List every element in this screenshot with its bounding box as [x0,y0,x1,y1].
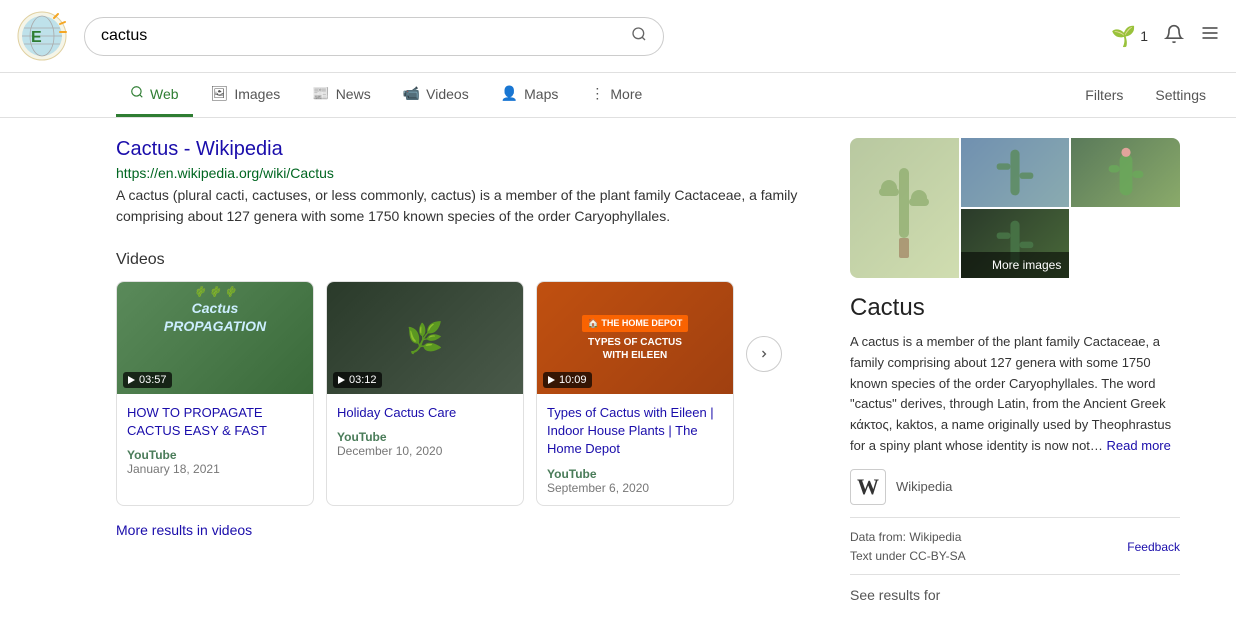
tab-more[interactable]: ⋮ More [576,73,656,117]
search-result: Cactus - Wikipedia https://en.wikipedia.… [116,138,826,227]
notification-bell-icon[interactable] [1164,24,1184,49]
right-panel: More images Cactus A cactus is a member … [850,138,1180,603]
knowledge-title: Cactus [850,294,1180,322]
knowledge-footer: Data from: Wikipedia Text under CC-BY-SA… [850,517,1180,566]
tab-settings-label: Settings [1155,87,1206,103]
knowledge-text: A cactus is a member of the plant family… [850,332,1180,457]
video-duration-1: 03:57 [123,372,172,388]
cactus-image-4: More images [961,209,1070,278]
videos-section-label: Videos [116,251,826,269]
video-source-1: YouTube [127,448,303,462]
tree-icon: 🌱 [1111,24,1136,49]
videos-next-button[interactable] [746,336,782,372]
video-info-2: Holiday Cactus Care YouTube December 10,… [327,394,523,468]
cactus-image-3 [1071,138,1180,207]
data-source: Data from: Wikipedia Text under CC-BY-SA [850,528,966,566]
tab-videos-label: Videos [426,86,469,102]
videos-row: 🌵 🌵 🌵 CactusPROPAGATION 03:57 HOW TO PRO… [116,281,734,506]
cactus-image-1 [850,138,959,278]
tab-maps-label: Maps [524,86,558,102]
video-info-3: Types of Cactus with Eileen | Indoor Hou… [537,394,733,505]
search-button[interactable] [631,26,647,47]
video-duration-3: 10:09 [543,372,592,388]
header-right: 🌱 1 [1111,23,1220,49]
video-thumb-3: 🏠 THE HOME DEPOT TYPES OF CACTUSWITH EIL… [537,282,733,394]
tab-filters[interactable]: Filters [1071,75,1137,115]
videos-icon: 📹 [403,85,420,102]
video-source-3: YouTube [547,467,723,481]
cactus-images-grid[interactable]: More images [850,138,1180,278]
tab-web-label: Web [150,86,179,102]
tab-settings[interactable]: Settings [1141,75,1220,115]
video-card-1[interactable]: 🌵 🌵 🌵 CactusPROPAGATION 03:57 HOW TO PRO… [116,281,314,506]
tab-images-label: Images [234,86,280,102]
more-icon: ⋮ [590,85,604,102]
main-content: Cactus - Wikipedia https://en.wikipedia.… [0,118,1236,623]
header: E 🌱 1 [0,0,1236,73]
tab-filters-label: Filters [1085,87,1123,103]
wikipedia-logo: W [850,469,886,505]
video-source-2: YouTube [337,430,513,444]
news-icon: 📰 [312,85,329,102]
tree-count: 1 [1140,28,1148,44]
tab-videos[interactable]: 📹 Videos [389,73,483,117]
tab-news[interactable]: 📰 News [298,73,384,117]
feedback-link[interactable]: Feedback [1127,540,1180,554]
images-icon: 🖼 [211,85,229,102]
read-more-link[interactable]: Read more [1107,438,1171,453]
video-card-3[interactable]: 🏠 THE HOME DEPOT TYPES OF CACTUSWITH EIL… [536,281,734,506]
menu-icon[interactable] [1200,23,1220,49]
video-title-1: HOW TO PROPAGATE CACTUS EASY & FAST [127,404,303,440]
wiki-source: W Wikipedia [850,469,1180,505]
knowledge-card: Cactus A cactus is a member of the plant… [850,294,1180,566]
tab-images[interactable]: 🖼 Images [197,73,295,117]
search-bar[interactable] [84,17,664,56]
video-thumb-2: 🌿 03:12 [327,282,523,394]
video-card-2[interactable]: 🌿 03:12 Holiday Cactus Care YouTube Dece… [326,281,524,506]
search-input[interactable] [101,27,623,45]
more-videos-link[interactable]: More results in videos [116,522,826,538]
result-title[interactable]: Cactus - Wikipedia [116,138,283,160]
more-images-label: More images [992,258,1061,272]
video-date-3: September 6, 2020 [547,481,723,495]
see-results: See results for [850,574,1180,603]
video-date-2: December 10, 2020 [337,444,513,458]
tab-news-label: News [336,86,371,102]
tab-more-label: More [610,86,642,102]
ecosia-logo[interactable]: E [16,10,68,62]
video-thumb-1: 🌵 🌵 🌵 CactusPROPAGATION 03:57 [117,282,313,394]
web-icon [130,85,144,102]
nav-tabs: Web 🖼 Images 📰 News 📹 Videos 👤 Maps ⋮ Mo… [0,73,1236,118]
tab-web[interactable]: Web [116,73,193,117]
video-info-1: HOW TO PROPAGATE CACTUS EASY & FAST YouT… [117,394,313,486]
svg-text:E: E [31,29,42,46]
video-duration-2: 03:12 [333,372,382,388]
left-panel: Cactus - Wikipedia https://en.wikipedia.… [116,138,826,603]
tree-counter: 🌱 1 [1111,24,1148,49]
video-title-2: Holiday Cactus Care [337,404,513,422]
more-images-overlay[interactable]: More images [961,252,1070,278]
maps-icon: 👤 [501,85,518,102]
video-title-3: Types of Cactus with Eileen | Indoor Hou… [547,404,723,459]
wiki-label: Wikipedia [896,479,952,494]
nav-right: Filters Settings [1071,75,1220,115]
tab-maps[interactable]: 👤 Maps [487,73,573,117]
result-snippet: A cactus (plural cacti, cactuses, or les… [116,185,826,227]
cactus-image-2 [961,138,1070,207]
result-url[interactable]: https://en.wikipedia.org/wiki/Cactus [116,165,826,181]
video-date-1: January 18, 2021 [127,462,303,476]
